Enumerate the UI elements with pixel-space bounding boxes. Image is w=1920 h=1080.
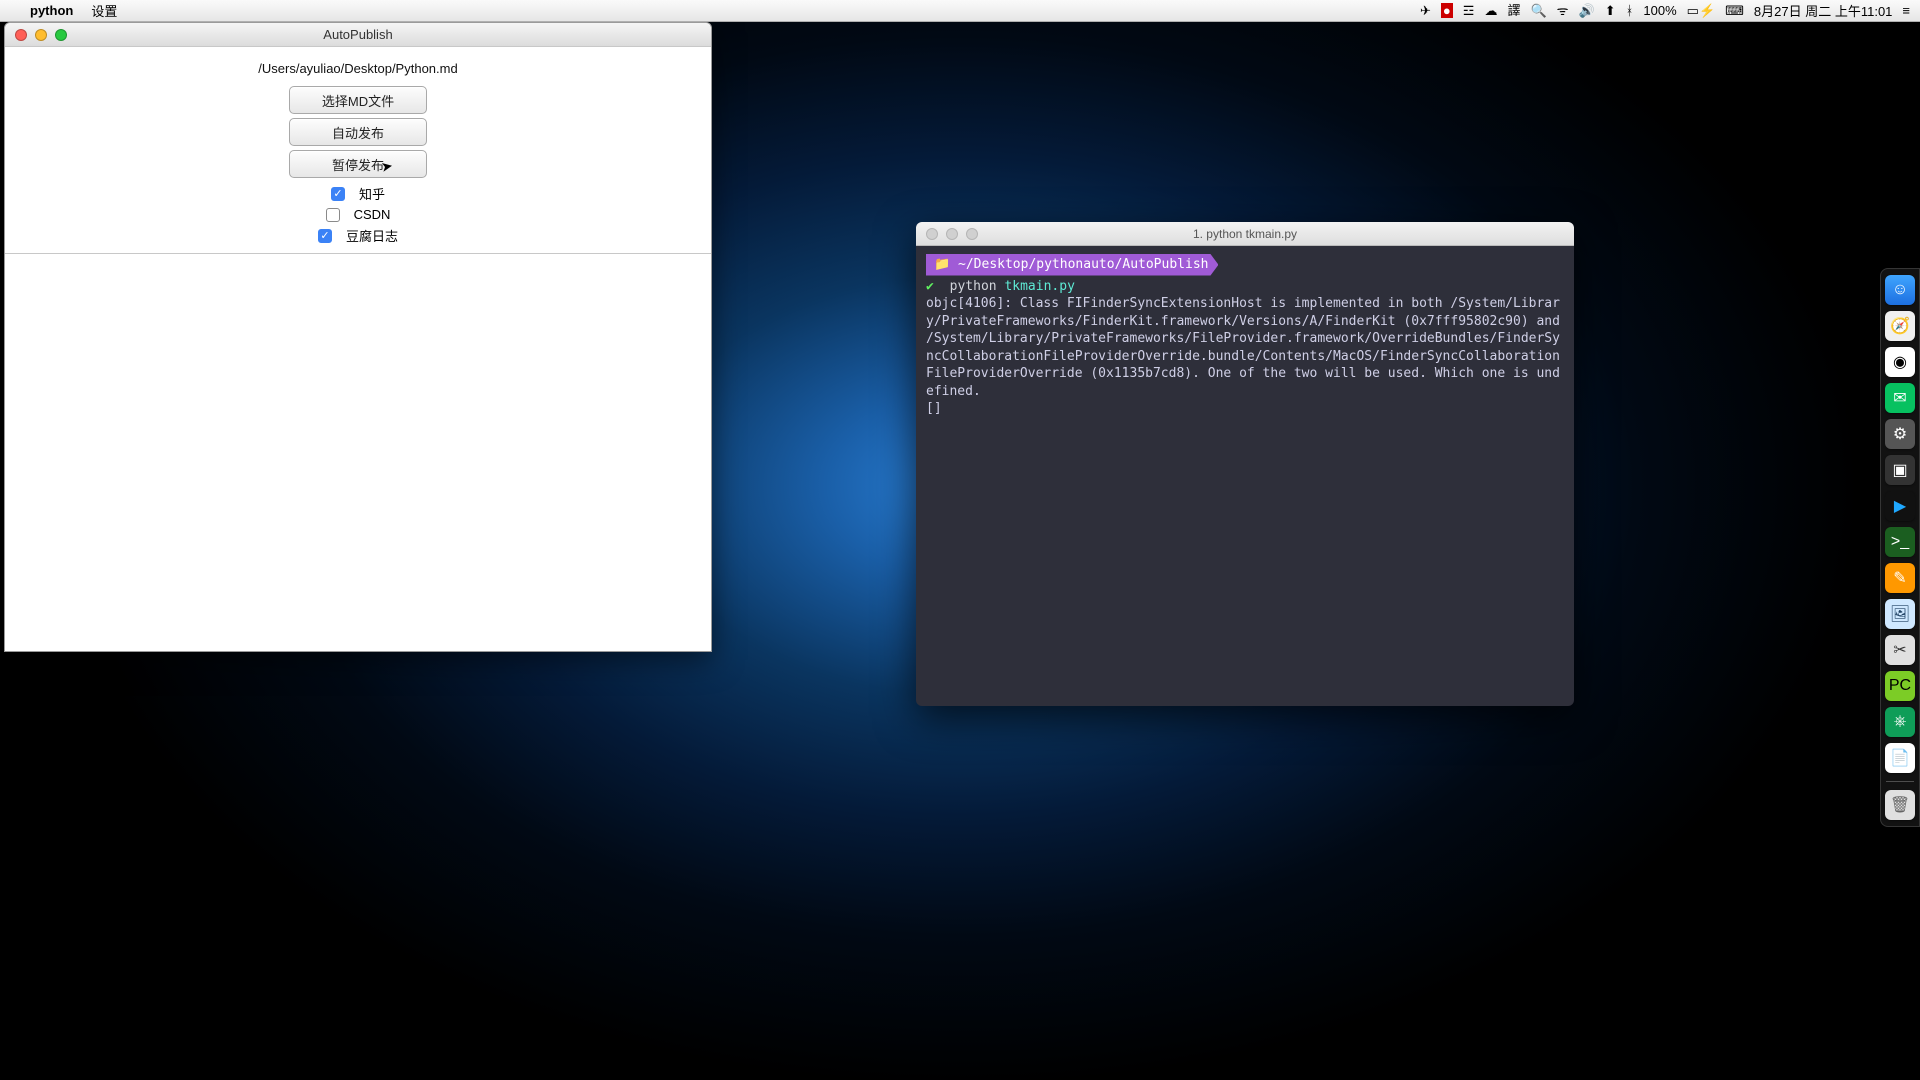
select-md-button[interactable]: 选择MD文件	[289, 86, 427, 114]
status-icon-menubar-app1[interactable]: ☲	[1463, 4, 1475, 17]
mouse-cursor-icon: ➤	[380, 157, 395, 176]
dock-document-icon[interactable]: 📄	[1885, 743, 1915, 773]
menu-bar: python 设置 ✈ ● ☲ ☁ 譯 🔍 ᯤ 🔊 ⬆ ᚼ 100% ▭⚡ ⌨ …	[0, 0, 1920, 22]
status-icon-translate[interactable]: 譯	[1507, 4, 1520, 17]
app-menu-name[interactable]: python	[30, 3, 73, 18]
dock-pycharm-icon[interactable]: PC	[1885, 671, 1915, 701]
battery-percent[interactable]: 100%	[1643, 3, 1676, 18]
terminal-output: objc[4106]: Class FIFinderSyncExtensionH…	[926, 295, 1564, 400]
terminal-prompt-path-segment: 📁 ~/Desktop/pythonauto/AutoPublish	[926, 254, 1564, 276]
terminal-titlebar[interactable]: 1. python tkmain.py	[916, 222, 1574, 246]
dock-media-player-icon[interactable]: ▶	[1885, 491, 1915, 521]
notification-center-icon[interactable]: ≡	[1902, 4, 1910, 17]
checkbox-row-zhihu: ✓ 知乎	[331, 184, 385, 203]
dock-app-store-icon[interactable]: ▣	[1885, 455, 1915, 485]
terminal-window: 1. python tkmain.py 📁 ~/Desktop/pythonau…	[916, 222, 1574, 706]
dock-sublime-icon[interactable]: ✎	[1885, 563, 1915, 593]
dock-separator	[1886, 781, 1914, 782]
autopublish-window: AutoPublish /Users/ayuliao/Desktop/Pytho…	[4, 22, 712, 652]
menu-item-settings[interactable]: 设置	[91, 1, 117, 20]
dock-utility-icon[interactable]: ✂	[1885, 635, 1915, 665]
terminal-cmd: python	[950, 279, 997, 294]
volume-icon[interactable]: 🔊	[1579, 4, 1595, 17]
dock-wechat-icon[interactable]: ✉	[1885, 383, 1915, 413]
dock-terminal-icon[interactable]: >_	[1885, 527, 1915, 557]
dock-trash-icon[interactable]: 🗑	[1885, 790, 1915, 820]
window-titlebar[interactable]: AutoPublish	[5, 23, 711, 47]
dock-green-app-icon[interactable]: ⎈	[1885, 707, 1915, 737]
status-icon-send[interactable]: ✈	[1420, 4, 1431, 17]
dock-finder-icon[interactable]: ☺	[1885, 275, 1915, 305]
terminal-cursor: []	[926, 400, 1564, 418]
terminal-cwd: ~/Desktop/pythonauto/AutoPublish	[958, 257, 1208, 272]
status-icon-recorder[interactable]: ●	[1441, 3, 1453, 18]
spotlight-icon[interactable]: 🔍	[1530, 4, 1546, 17]
date-time[interactable]: 8月27日 周二 上午11:01	[1754, 1, 1892, 20]
location-icon[interactable]: ⬆	[1605, 4, 1616, 17]
checkbox-row-douban: ✓ 豆腐日志	[318, 226, 398, 245]
checkbox-zhihu[interactable]: ✓	[331, 187, 345, 201]
terminal-arg: tkmain.py	[1004, 279, 1074, 294]
terminal-body[interactable]: 📁 ~/Desktop/pythonauto/AutoPublish ✔ pyt…	[916, 246, 1574, 426]
dock: ☺ 🧭 ◉ ✉ ⚙ ▣ ▶ >_ ✎ 🖼 ✂ PC ⎈ 📄 🗑	[1880, 268, 1920, 827]
dock-chrome-icon[interactable]: ◉	[1885, 347, 1915, 377]
checkbox-label-csdn: CSDN	[354, 207, 391, 222]
dock-preview-icon[interactable]: 🖼	[1885, 599, 1915, 629]
file-path-label: /Users/ayuliao/Desktop/Python.md	[5, 55, 711, 86]
dock-safari-icon[interactable]: 🧭	[1885, 311, 1915, 341]
pause-publish-button[interactable]: 暂停发布	[289, 150, 427, 178]
auto-publish-button[interactable]: 自动发布	[289, 118, 427, 146]
checkbox-douban[interactable]: ✓	[318, 229, 332, 243]
checkbox-label-zhihu: 知乎	[359, 184, 385, 203]
divider	[5, 253, 711, 254]
checkbox-label-douban: 豆腐日志	[346, 226, 398, 245]
bluetooth-icon[interactable]: ᚼ	[1626, 4, 1634, 17]
terminal-window-title: 1. python tkmain.py	[916, 227, 1574, 241]
battery-icon[interactable]: ▭⚡	[1687, 4, 1715, 17]
status-icon-wechat[interactable]: ☁	[1484, 4, 1497, 17]
prompt-check-icon: ✔	[926, 279, 934, 294]
dock-system-preferences-icon[interactable]: ⚙	[1885, 419, 1915, 449]
window-title: AutoPublish	[5, 27, 711, 42]
checkbox-csdn[interactable]	[326, 208, 340, 222]
input-source-icon[interactable]: ⌨	[1725, 4, 1744, 17]
checkbox-row-csdn: CSDN	[326, 207, 391, 222]
terminal-prompt-command: ✔ python tkmain.py	[926, 278, 1564, 296]
wifi-icon[interactable]: ᯤ	[1557, 4, 1569, 17]
